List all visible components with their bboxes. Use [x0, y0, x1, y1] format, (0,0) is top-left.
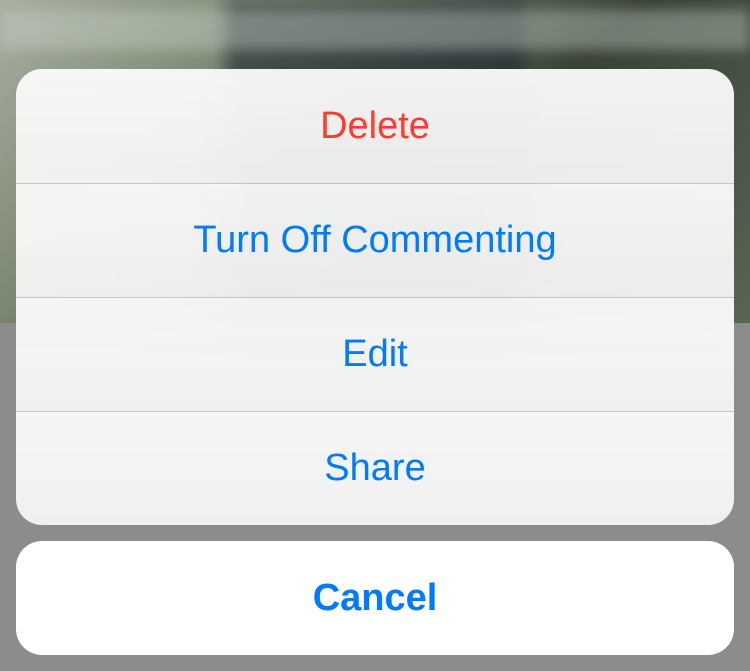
- edit-button[interactable]: Edit: [16, 297, 734, 411]
- cancel-group: Cancel: [16, 541, 734, 655]
- delete-button[interactable]: Delete: [16, 69, 734, 183]
- share-button[interactable]: Share: [16, 411, 734, 525]
- turn-off-commenting-button[interactable]: Turn Off Commenting: [16, 183, 734, 297]
- action-options-group: Delete Turn Off Commenting Edit Share: [16, 69, 734, 525]
- cancel-button[interactable]: Cancel: [16, 541, 734, 655]
- action-sheet: Delete Turn Off Commenting Edit Share Ca…: [16, 69, 734, 655]
